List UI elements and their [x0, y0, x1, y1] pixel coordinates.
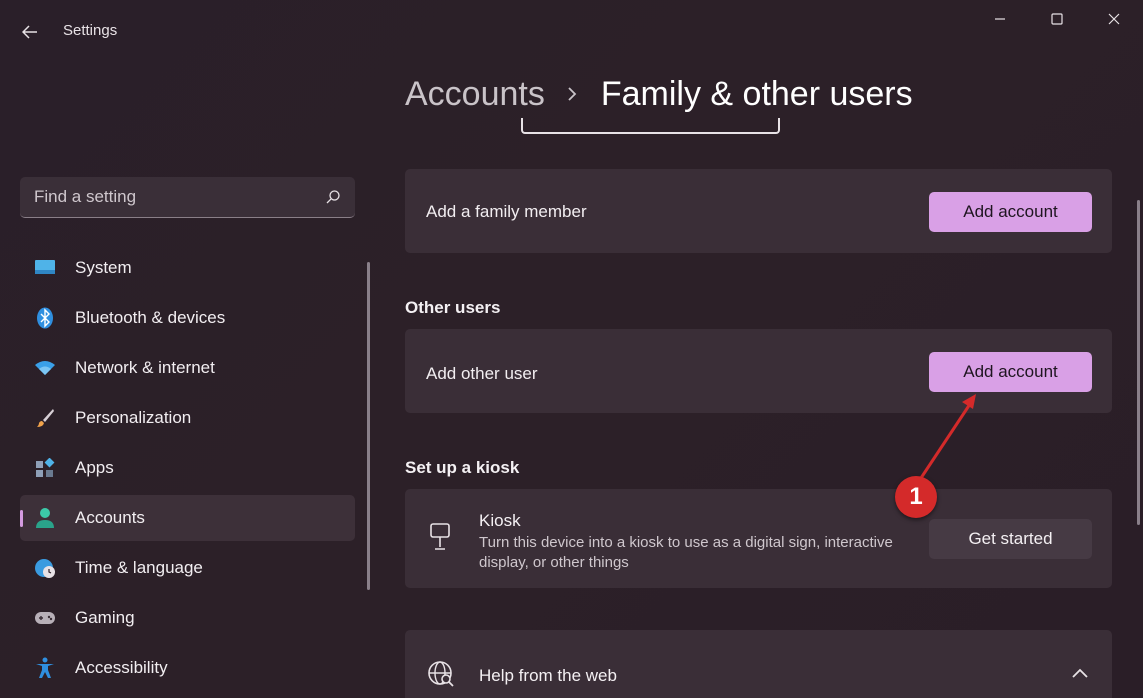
sidebar-item-bluetooth[interactable]: Bluetooth & devices	[20, 295, 355, 341]
sidebar-item-time-language[interactable]: Time & language	[20, 545, 355, 591]
chevron-right-icon	[567, 86, 579, 102]
apps-icon	[34, 457, 56, 479]
sidebar-item-label: System	[75, 258, 132, 277]
sidebar-item-personalization[interactable]: Personalization	[20, 395, 355, 441]
title-bar: Settings	[0, 0, 1143, 62]
sidebar-item-label: Apps	[75, 458, 114, 477]
kiosk-card: Kiosk Turn this device into a kiosk to u…	[405, 489, 1112, 588]
accessibility-icon	[34, 657, 56, 679]
page-title: Family & other users	[600, 74, 913, 113]
search-input[interactable]	[20, 177, 310, 217]
get-started-button[interactable]: Get started	[929, 519, 1092, 559]
back-arrow-icon	[22, 25, 37, 39]
help-from-web-label: Help from the web	[479, 666, 617, 685]
minimize-button[interactable]	[971, 0, 1028, 38]
sidebar-item-accessibility[interactable]: Accessibility	[20, 645, 355, 691]
kiosk-heading: Set up a kiosk	[405, 458, 520, 477]
monitor-icon	[34, 257, 56, 279]
scrolled-off-field[interactable]	[521, 118, 780, 134]
sidebar-item-apps[interactable]: Apps	[20, 445, 355, 491]
close-button[interactable]	[1085, 0, 1142, 38]
family-member-label: Add a family member	[426, 202, 587, 221]
breadcrumb-accounts[interactable]: Accounts	[405, 75, 545, 114]
back-button[interactable]	[14, 16, 46, 48]
search-icon[interactable]	[325, 189, 341, 205]
sidebar-item-system[interactable]: System	[20, 245, 355, 291]
globe-clock-icon	[34, 557, 56, 579]
settings-window: Settings Find a setting System Bluetooth…	[0, 0, 1143, 698]
bluetooth-icon	[34, 307, 56, 329]
gamepad-icon	[34, 607, 56, 629]
help-from-web-card[interactable]: Help from the web	[405, 630, 1112, 698]
close-icon	[1108, 13, 1119, 25]
sidebar-item-label: Accounts	[75, 508, 145, 527]
sidebar-nav: System Bluetooth & devices Network & int…	[20, 245, 355, 695]
minimize-icon	[994, 18, 1005, 20]
maximize-button[interactable]	[1028, 0, 1085, 38]
chevron-up-icon[interactable]	[1071, 666, 1089, 680]
sidebar-item-gaming[interactable]: Gaming	[20, 595, 355, 641]
kiosk-title: Kiosk	[479, 511, 521, 530]
sidebar-item-network[interactable]: Network & internet	[20, 345, 355, 391]
sidebar-scrollbar[interactable]	[367, 262, 370, 590]
paintbrush-icon	[34, 407, 56, 429]
person-icon	[34, 507, 56, 529]
other-user-card: Add other user Add account	[405, 329, 1112, 413]
other-users-heading: Other users	[405, 298, 501, 317]
sidebar-item-label: Gaming	[75, 608, 135, 627]
family-member-card: Add a family member Add account	[405, 169, 1112, 253]
sidebar-item-label: Personalization	[75, 408, 192, 427]
sidebar-item-label: Network & internet	[75, 358, 215, 377]
sidebar-item-label: Accessibility	[75, 658, 168, 677]
other-user-label: Add other user	[426, 364, 538, 383]
main-scrollbar[interactable]	[1137, 200, 1140, 525]
sidebar-item-accounts[interactable]: Accounts	[20, 495, 355, 541]
search-box[interactable]	[20, 177, 355, 218]
sidebar-item-label: Bluetooth & devices	[75, 308, 226, 327]
add-other-user-account-button[interactable]: Add account	[929, 352, 1092, 392]
maximize-icon	[1050, 13, 1063, 25]
kiosk-description: Turn this device into a kiosk to use as …	[479, 534, 893, 571]
annotation-badge: 1	[895, 476, 937, 518]
kiosk-icon	[430, 523, 450, 550]
wifi-icon	[34, 357, 56, 379]
scrolled-off-row	[405, 118, 1111, 136]
globe-search-icon	[428, 661, 454, 687]
breadcrumb: Accounts Family & other users	[405, 72, 913, 116]
add-family-account-button[interactable]: Add account	[929, 192, 1092, 232]
sidebar-item-label: Time & language	[75, 558, 203, 577]
app-title: Settings	[63, 22, 118, 39]
